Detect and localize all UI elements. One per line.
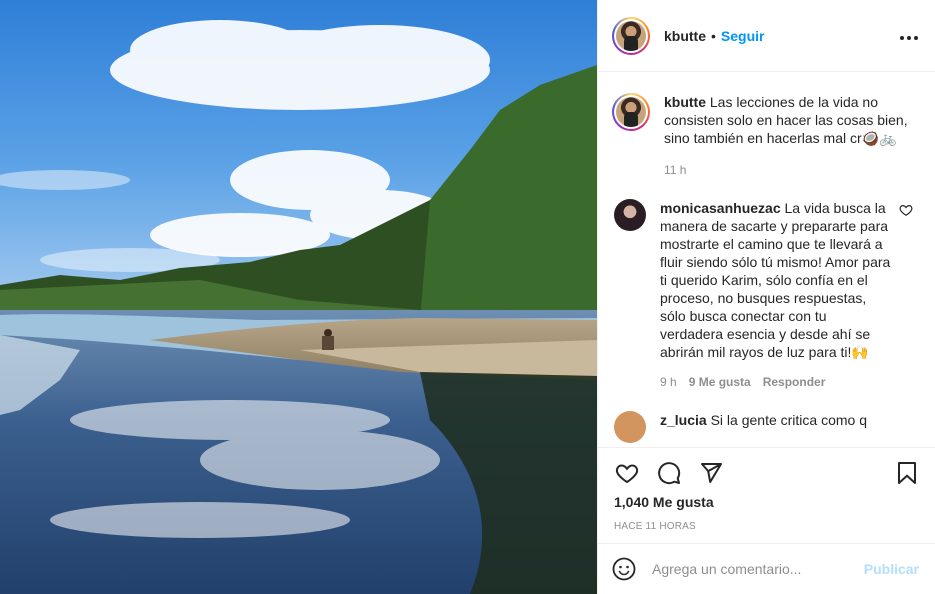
caption-time[interactable]: 11 h	[664, 161, 686, 179]
share-icon[interactable]	[698, 461, 724, 485]
caption-avatar[interactable]	[612, 93, 650, 131]
comment-input[interactable]	[652, 561, 864, 577]
caption-username[interactable]: kbutte	[664, 94, 706, 110]
separator-dot: •	[711, 27, 716, 44]
comment-likes[interactable]: 9 Me gusta	[689, 373, 751, 391]
post-actions: 1,040 Me gusta HACE 11 HORAS	[598, 447, 935, 532]
comment-item: monicasanhuezac La vida busca la manera …	[612, 199, 919, 391]
comments-list[interactable]: kbutte Las lecciones de la vida no consi…	[598, 73, 935, 447]
author-avatar[interactable]	[612, 16, 650, 55]
post-header: kbutte • Seguir	[598, 0, 935, 72]
post-photo[interactable]	[0, 0, 597, 594]
emoji-icon[interactable]	[612, 557, 636, 581]
post-sidebar: kbutte • Seguir kbutte Las lecciones de …	[597, 0, 935, 594]
comment-item: z_lucia Si la gente critica como q	[612, 411, 919, 443]
add-comment-bar: Publicar	[598, 543, 935, 594]
commenter-avatar[interactable]	[614, 199, 646, 231]
like-comment-icon[interactable]	[899, 203, 913, 217]
publish-button[interactable]: Publicar	[864, 561, 919, 577]
heart-icon[interactable]	[614, 461, 640, 485]
comment-text: La vida busca la manera de sacarte y pre…	[660, 200, 891, 360]
author-username[interactable]: kbutte	[664, 28, 706, 44]
post-timestamp[interactable]: HACE 11 HORAS	[614, 521, 919, 532]
comment-time[interactable]: 9 h	[660, 373, 677, 391]
comment-username[interactable]: monicasanhuezac	[660, 200, 781, 216]
likes-count[interactable]: 1,040 Me gusta	[614, 494, 919, 510]
comment-username[interactable]: z_lucia	[660, 412, 707, 428]
follow-button[interactable]: Seguir	[721, 28, 765, 44]
comment-icon[interactable]	[656, 461, 682, 485]
reply-button[interactable]: Responder	[763, 373, 826, 391]
caption: kbutte Las lecciones de la vida no consi…	[612, 93, 919, 179]
beach-photo	[0, 0, 597, 594]
commenter-avatar[interactable]	[614, 411, 646, 443]
post-dialog: kbutte • Seguir kbutte Las lecciones de …	[0, 0, 935, 594]
bookmark-icon[interactable]	[895, 460, 919, 486]
more-options-icon[interactable]	[899, 25, 919, 46]
comment-text: Si la gente critica como q	[710, 412, 867, 428]
